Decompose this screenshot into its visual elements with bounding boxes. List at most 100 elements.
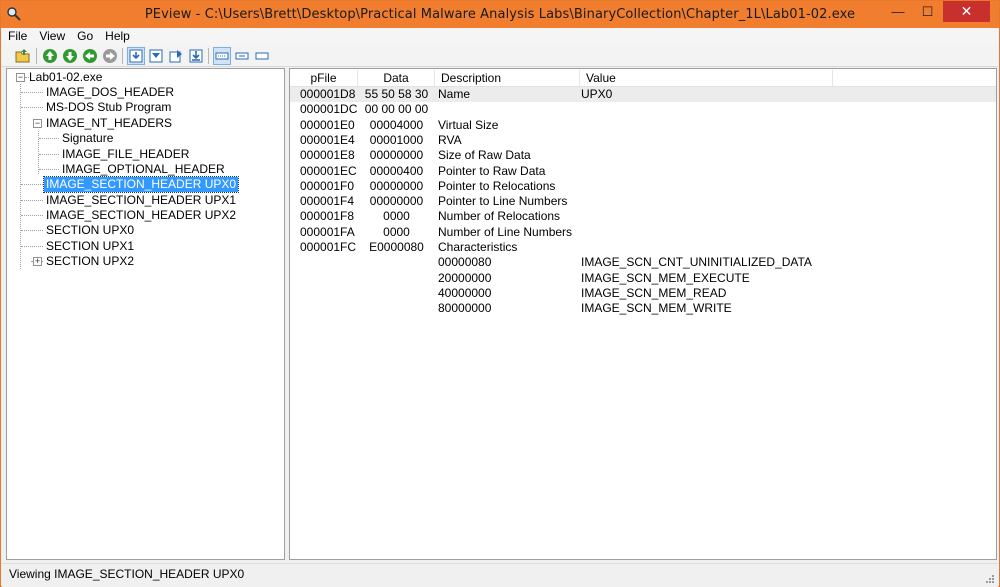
tree-item-label-selected: IMAGE_SECTION_HEADER UPX0 — [42, 176, 240, 193]
cell-data: 0000 — [383, 209, 410, 224]
table-row[interactable]: 000001FA 0000 Number of Line Numbers — [290, 225, 996, 240]
tree-item-section-upx2[interactable]: + SECTION UPX2 — [7, 254, 277, 269]
tree-item-label: SECTION UPX2 — [46, 254, 135, 268]
cell-description: Characteristics — [438, 240, 518, 254]
cell-data: 00000000 — [369, 148, 424, 163]
view-mode-3-icon[interactable] — [167, 47, 185, 65]
column-header-pfile[interactable]: pFile — [290, 70, 358, 86]
cell-data: 00001000 — [369, 132, 424, 147]
tree-item-file-header[interactable]: IMAGE_FILE_HEADER — [7, 147, 277, 162]
byte-view-icon[interactable] — [253, 47, 271, 65]
table-row[interactable]: 000001EC 00000400 Pointer to Raw Data — [290, 164, 996, 179]
tree-item-section-header-upx1[interactable]: IMAGE_SECTION_HEADER UPX1 — [7, 193, 277, 208]
detail-table[interactable]: pFile Data Description Value 000001D8 55 … — [289, 68, 997, 560]
tree-item-signature[interactable]: Signature — [7, 131, 277, 146]
table-row[interactable]: 000001D8 55 50 58 30 Name UPX0 — [290, 87, 996, 102]
window-title: PEview - C:\Users\Brett\Desktop\Practica… — [144, 7, 856, 22]
cell-data: 00 00 00 00 — [364, 102, 429, 117]
column-header-value[interactable]: Value — [580, 70, 833, 86]
table-row[interactable]: 80000000 IMAGE_SCN_MEM_WRITE — [290, 301, 996, 316]
close-button[interactable]: ✕ — [943, 1, 990, 22]
table-row[interactable]: 000001E8 00000000 Size of Raw Data — [290, 148, 996, 163]
cell-description: Number of Relocations — [438, 209, 561, 224]
tree-item-dos-header[interactable]: IMAGE_DOS_HEADER — [7, 85, 277, 100]
detail-view-icon[interactable] — [233, 47, 251, 65]
cell-pfile: 000001D8 — [300, 87, 356, 101]
status-bar: Viewing IMAGE_SECTION_HEADER UPX0 — [2, 563, 998, 587]
cell-pfile: 000001E0 — [300, 117, 355, 132]
cell-description: Pointer to Line Numbers — [438, 194, 568, 209]
column-header-description[interactable]: Description — [435, 70, 580, 86]
go-up-icon[interactable] — [81, 47, 99, 65]
tree-item-section-upx0[interactable]: SECTION UPX0 — [7, 223, 277, 238]
cell-data: 00000400 — [369, 163, 424, 178]
tree-item-label: MS-DOS Stub Program — [46, 100, 172, 114]
open-file-icon[interactable] — [14, 47, 32, 65]
go-down-icon[interactable] — [101, 47, 119, 65]
view-mode-1-icon[interactable] — [127, 47, 145, 65]
tree-item-section-header-upx2[interactable]: IMAGE_SECTION_HEADER UPX2 — [7, 208, 277, 223]
cell-pfile: 000001E8 — [300, 148, 355, 163]
table-row[interactable]: 00000080 IMAGE_SCN_CNT_UNINITIALIZED_DATA — [290, 255, 996, 270]
list-view-icon[interactable] — [213, 47, 231, 65]
tree-item-label: IMAGE_SECTION_HEADER UPX2 — [46, 208, 237, 222]
table-row[interactable]: 000001F8 0000 Number of Relocations — [290, 209, 996, 224]
minimize-button[interactable]: — — [884, 1, 912, 22]
tree-item-label: SECTION UPX0 — [46, 223, 135, 237]
table-row[interactable]: 000001E0 00004000 Virtual Size — [290, 118, 996, 133]
toolbar-separator — [36, 48, 37, 64]
section-tree[interactable]: − Lab01-02.exe IMAGE_DOS_HEADER MS-DOS S… — [6, 68, 285, 560]
cell-value: IMAGE_SCN_CNT_UNINITIALIZED_DATA — [581, 255, 812, 270]
cell-description: RVA — [438, 132, 462, 147]
go-back-icon[interactable] — [41, 47, 59, 65]
cell-description: Pointer to Raw Data — [438, 163, 546, 178]
tree-item-label: IMAGE_OPTIONAL_HEADER — [62, 162, 225, 176]
table-row[interactable]: 000001DC 00 00 00 00 — [290, 102, 996, 117]
table-row[interactable]: 20000000 IMAGE_SCN_MEM_EXECUTE — [290, 271, 996, 286]
tree-item-nt-headers[interactable]: − IMAGE_NT_HEADERS — [7, 116, 277, 131]
menu-file[interactable]: File — [2, 28, 33, 45]
table-row[interactable]: 000001F0 00000000 Pointer to Relocations — [290, 179, 996, 194]
menu-bar: File View Go Help — [2, 28, 998, 45]
go-forward-icon[interactable] — [61, 47, 79, 65]
table-row[interactable]: 000001FC E0000080 Characteristics — [290, 240, 996, 255]
tree-item-label: IMAGE_DOS_HEADER — [46, 85, 175, 99]
table-row[interactable]: 000001E4 00001000 RVA — [290, 133, 996, 148]
tree-item-label: Lab01-02.exe — [29, 70, 103, 84]
tree-item-section-upx1[interactable]: SECTION UPX1 — [7, 239, 277, 254]
menu-help[interactable]: Help — [99, 28, 136, 45]
expand-icon[interactable]: + — [33, 257, 42, 266]
tree-item-label: IMAGE_NT_HEADERS — [46, 116, 173, 130]
tree-item-label: Signature — [62, 131, 114, 145]
cell-pfile: 000001EC — [300, 163, 357, 178]
cell-value: UPX0 — [581, 87, 613, 101]
tree-item-label: SECTION UPX1 — [46, 239, 135, 253]
view-mode-2-icon[interactable] — [147, 47, 165, 65]
cell-pfile: 000001FA — [300, 224, 355, 239]
cell-description: 40000000 — [438, 285, 492, 300]
cell-description: Virtual Size — [438, 117, 499, 132]
column-header-data[interactable]: Data — [358, 70, 435, 86]
table-row[interactable]: 000001F4 00000000 Pointer to Line Numbers — [290, 194, 996, 209]
menu-view[interactable]: View — [33, 28, 71, 45]
tree-item-root[interactable]: − Lab01-02.exe — [7, 70, 277, 85]
title-bar[interactable]: PEview - C:\Users\Brett\Desktop\Practica… — [1, 1, 999, 28]
cell-pfile: 000001E4 — [300, 132, 355, 147]
toolbar — [2, 45, 998, 67]
tree-item-optional-header[interactable]: IMAGE_OPTIONAL_HEADER — [7, 162, 277, 177]
resize-grip-icon[interactable] — [983, 572, 995, 584]
tree-item-section-header-upx0[interactable]: IMAGE_SECTION_HEADER UPX0 — [7, 176, 277, 193]
maximize-button[interactable]: ☐ — [914, 1, 941, 22]
cell-description: Pointer to Relocations — [438, 178, 556, 193]
status-text: Viewing IMAGE_SECTION_HEADER UPX0 — [9, 567, 245, 581]
cell-pfile: 000001F4 — [300, 194, 355, 209]
collapse-icon[interactable]: − — [33, 119, 42, 128]
table-row[interactable]: 40000000 IMAGE_SCN_MEM_READ — [290, 286, 996, 301]
table-header: pFile Data Description Value — [290, 69, 996, 87]
tree-item-dos-stub[interactable]: MS-DOS Stub Program — [7, 100, 277, 115]
view-mode-4-icon[interactable] — [187, 47, 205, 65]
collapse-icon[interactable]: − — [16, 73, 25, 82]
cell-value: IMAGE_SCN_MEM_WRITE — [581, 301, 732, 316]
cell-value: IMAGE_SCN_MEM_READ — [581, 285, 727, 300]
menu-go[interactable]: Go — [71, 28, 99, 45]
